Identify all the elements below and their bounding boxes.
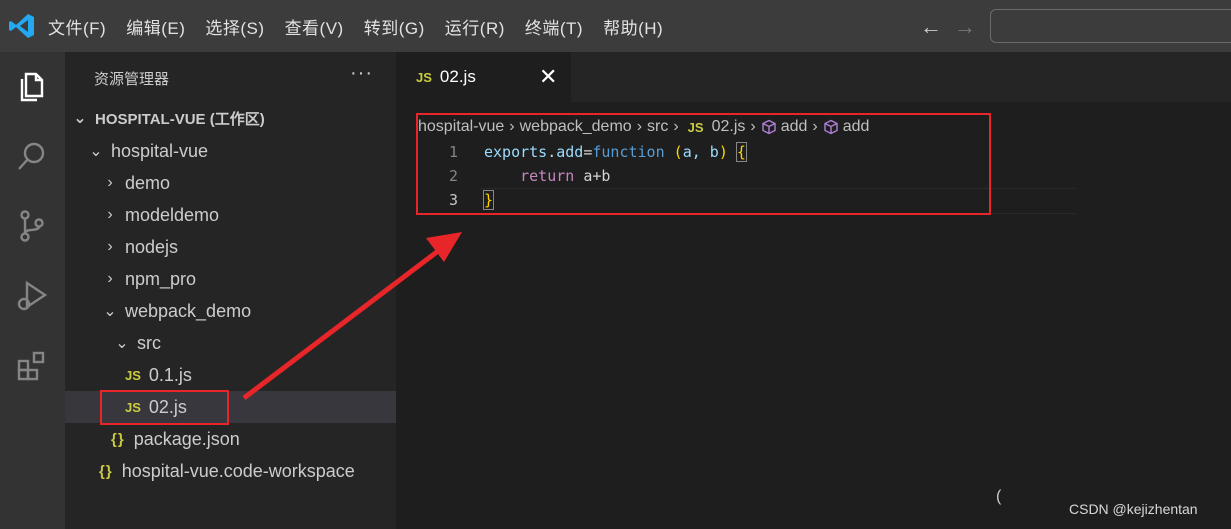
tab-strip: JS 02.js ✕ xyxy=(396,52,1231,102)
tree-folder-demo[interactable]: › demo xyxy=(65,167,434,199)
workspace-label: HOSPITAL-VUE (工作区) xyxy=(95,110,265,128)
chevron-right-icon: › xyxy=(107,270,113,287)
tree-item-label: 0.1.js xyxy=(148,364,192,385)
run-debug-button[interactable] xyxy=(10,274,54,318)
files-icon xyxy=(20,72,44,102)
vscode-logo-icon xyxy=(9,14,34,38)
extensions-button[interactable] xyxy=(10,344,54,388)
explorer-sidebar: 资源管理器 ··· ⌄ HOSPITAL-VUE (工作区) ⌄ hospita… xyxy=(65,52,456,529)
tree-item-label: hospital-vue xyxy=(111,140,209,161)
watermark: CSDN @kejizhentan xyxy=(1069,501,1198,517)
chevron-right-icon: › xyxy=(107,206,113,223)
menu-help[interactable]: 帮助(H) xyxy=(603,14,663,39)
tree-item-label: demo xyxy=(125,172,171,193)
search-button[interactable] xyxy=(10,134,54,178)
title-bar: 文件(F) 编辑(E) 选择(S) 查看(V) 转到(G) 运行(R) 终端(T… xyxy=(0,0,1231,52)
source-control-button[interactable] xyxy=(10,204,54,248)
back-arrow-icon[interactable]: ← xyxy=(920,14,942,40)
close-icon[interactable]: ✕ xyxy=(539,64,557,90)
tree-folder-src[interactable]: ⌄ src xyxy=(65,327,446,359)
chevron-right-icon: › xyxy=(107,174,113,191)
tree-folder-webpack-demo[interactable]: ⌄ webpack_demo xyxy=(65,295,434,327)
tab-label: 02.js xyxy=(439,67,476,86)
chevron-down-icon: ⌄ xyxy=(89,143,103,160)
tree-item-label: nodejs xyxy=(125,236,179,257)
menu-bar: 文件(F) 编辑(E) 选择(S) 查看(V) 转到(G) 运行(R) 终端(T… xyxy=(48,0,683,52)
extensions-icon xyxy=(17,351,45,381)
menu-terminal[interactable]: 终端(T) xyxy=(525,14,583,39)
tree-folder-nodejs[interactable]: › nodejs xyxy=(65,231,434,263)
search-icon xyxy=(18,142,45,170)
run-debug-icon xyxy=(17,280,48,311)
menu-go[interactable]: 转到(G) xyxy=(364,14,425,39)
navigation-arrows: ← → xyxy=(920,14,976,40)
tree-file-code-workspace[interactable]: {} hospital-vue.code-workspace xyxy=(65,455,430,487)
chevron-down-icon: ⌄ xyxy=(73,110,87,127)
menu-file[interactable]: 文件(F) xyxy=(48,14,106,39)
json-file-icon: {} xyxy=(111,430,125,448)
tree-item-label: src xyxy=(137,332,161,353)
menu-selection[interactable]: 选择(S) xyxy=(205,14,264,39)
chevron-down-icon: ⌄ xyxy=(115,335,129,352)
menu-edit[interactable]: 编辑(E) xyxy=(126,14,185,39)
javascript-file-icon: JS xyxy=(125,367,141,383)
tree-item-label: package.json xyxy=(133,428,240,449)
annotation-code-box xyxy=(416,113,991,215)
explorer-title: 资源管理器 xyxy=(94,71,170,88)
tree-item-label: webpack_demo xyxy=(125,300,252,321)
forward-arrow-icon[interactable]: → xyxy=(954,14,976,40)
editor-cursor-glyph: ( xyxy=(996,488,1002,505)
menu-view[interactable]: 查看(V) xyxy=(285,14,344,39)
tree-item-label: npm_pro xyxy=(125,268,197,289)
chevron-right-icon: › xyxy=(107,238,113,255)
command-center-search[interactable] xyxy=(990,9,1231,43)
javascript-file-icon: JS xyxy=(416,69,432,85)
workspace-root[interactable]: ⌄ HOSPITAL-VUE (工作区) xyxy=(65,102,404,134)
activity-bar xyxy=(0,52,65,529)
more-actions-icon[interactable]: ··· xyxy=(350,62,373,85)
tree-folder-hospital-vue[interactable]: ⌄ hospital-vue xyxy=(65,135,420,167)
source-control-icon xyxy=(20,210,44,242)
tree-file-package-json[interactable]: {} package.json xyxy=(65,423,442,455)
tab-02-js[interactable]: JS 02.js ✕ xyxy=(396,52,571,102)
tree-item-label: hospital-vue.code-workspace xyxy=(121,460,355,481)
tree-folder-npm-pro[interactable]: › npm_pro xyxy=(65,263,434,295)
tree-folder-modeldemo[interactable]: › modeldemo xyxy=(65,199,434,231)
chevron-down-icon: ⌄ xyxy=(103,303,117,320)
annotation-highlight-box xyxy=(100,390,229,425)
tree-item-label: modeldemo xyxy=(125,204,220,225)
json-file-icon: {} xyxy=(99,462,113,480)
explorer-button[interactable] xyxy=(10,64,54,108)
menu-run[interactable]: 运行(R) xyxy=(445,14,505,39)
